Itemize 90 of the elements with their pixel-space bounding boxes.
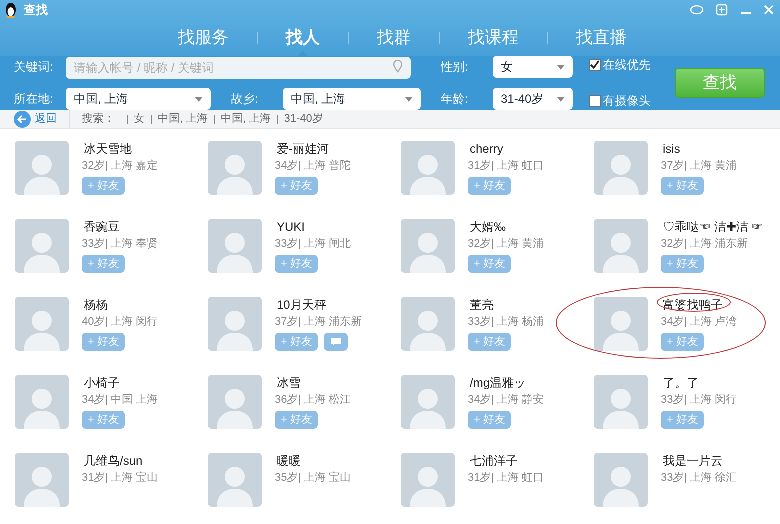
checkbox-label: 在线优先 bbox=[603, 57, 651, 74]
user-info: 37岁| 上海 浦东新 bbox=[275, 314, 362, 330]
user-info: 34岁| 上海 普陀 bbox=[275, 158, 352, 174]
user-name[interactable]: 暖暖 bbox=[275, 453, 352, 469]
user-name[interactable]: /mg温雅ッ bbox=[468, 375, 544, 391]
avatar-placeholder bbox=[401, 219, 455, 273]
dropdown-caret-icon bbox=[557, 96, 565, 102]
search-criterion: 中国, 上海 bbox=[158, 112, 208, 127]
field-label: 故乡: bbox=[231, 91, 260, 108]
user-info: 33岁| 上海 徐汇 bbox=[661, 471, 738, 486]
user-info: 32岁| 上海 浦东新 bbox=[661, 236, 750, 252]
avatar-placeholder bbox=[401, 141, 455, 195]
user-info: 34岁| 上海 卢湾 bbox=[661, 314, 738, 330]
user-info: 34岁| 中国 上海 bbox=[82, 393, 158, 408]
avatar-placeholder bbox=[594, 453, 648, 507]
field-label: 年龄: bbox=[441, 91, 470, 108]
close-icon[interactable] bbox=[764, 5, 774, 15]
avatar-placeholder bbox=[594, 375, 648, 429]
search-criterion: 中国, 上海 bbox=[221, 112, 272, 127]
user-name[interactable]: 了。了 bbox=[661, 375, 738, 391]
window-title: 查找 bbox=[24, 2, 48, 19]
avatar-placeholder bbox=[208, 453, 262, 507]
dropdown-caret-icon bbox=[557, 64, 565, 70]
avatar-placeholder bbox=[15, 297, 69, 351]
avatar-placeholder bbox=[208, 297, 262, 351]
avatar-placeholder bbox=[208, 141, 262, 195]
avatar-placeholder bbox=[401, 297, 455, 351]
dropdown-caret-icon bbox=[195, 96, 203, 102]
user-name[interactable]: 董亮 bbox=[468, 297, 544, 313]
avatar-placeholder bbox=[594, 219, 648, 273]
user-name[interactable]: 七浦洋子 bbox=[468, 453, 544, 469]
search-criteria-label: 搜索： bbox=[82, 112, 115, 127]
user-info: 31岁| 上海 虹口 bbox=[468, 471, 544, 486]
dropdown-caret-icon bbox=[405, 96, 413, 102]
user-name[interactable]: 冰天雪地 bbox=[82, 141, 158, 157]
user-info: 34岁| 上海 静安 bbox=[468, 392, 544, 408]
user-info: 33岁| 上海 闵行 bbox=[661, 393, 738, 408]
user-name[interactable]: 大婿‰ bbox=[468, 219, 544, 235]
select-field[interactable]: 中国, 上海 bbox=[283, 88, 421, 110]
checkbox-label: 有摄像头 bbox=[603, 93, 651, 110]
avatar-placeholder bbox=[208, 375, 262, 429]
avatar-placeholder bbox=[15, 141, 69, 195]
user-info: 31岁| 上海 虹口 bbox=[468, 159, 544, 174]
user-info: 32岁| 上海 黄浦 bbox=[468, 237, 544, 252]
user-name[interactable]: 冰雪 bbox=[275, 375, 352, 391]
user-name[interactable]: cherry bbox=[468, 141, 544, 157]
penguin-logo-icon bbox=[4, 2, 18, 18]
user-info: 33岁| 上海 杨浦 bbox=[468, 315, 544, 330]
field-label: 关键词: bbox=[14, 59, 54, 76]
user-name[interactable]: ♡乖哒☜ 洁✚洁 ☞ bbox=[661, 219, 766, 235]
select-field[interactable]: 中国, 上海 bbox=[66, 88, 211, 110]
user-name[interactable]: 几维鸟/sun bbox=[82, 453, 158, 469]
user-info: 40岁| 上海 闵行 bbox=[82, 315, 158, 330]
skin-icon[interactable] bbox=[716, 4, 728, 16]
avatar-placeholder bbox=[15, 453, 69, 507]
avatar-placeholder bbox=[15, 219, 69, 273]
avatar-placeholder bbox=[15, 375, 69, 429]
user-info: 37岁| 上海 黄浦 bbox=[661, 159, 738, 174]
avatar-placeholder bbox=[401, 375, 455, 429]
user-name[interactable]: 杨杨 bbox=[82, 297, 158, 313]
checkbox[interactable] bbox=[589, 59, 601, 71]
search-criterion: 女 bbox=[134, 112, 145, 127]
user-info: 31岁| 上海 宝山 bbox=[82, 470, 158, 486]
keyword-search-field[interactable]: 请输入帐号 / 昵称 / 关键词 bbox=[66, 57, 411, 79]
user-name[interactable]: 香豌豆 bbox=[82, 219, 158, 235]
user-name[interactable]: YUKI bbox=[275, 219, 352, 235]
user-info: 33岁| 上海 闸北 bbox=[275, 237, 352, 252]
user-name[interactable]: 富婆找鸭子 bbox=[661, 297, 738, 313]
user-info: 33岁| 上海 奉贤 bbox=[82, 237, 158, 252]
user-name[interactable]: isis bbox=[661, 141, 738, 157]
select-field[interactable]: 31-40岁 bbox=[493, 88, 573, 110]
user-info: 36岁| 上海 松江 bbox=[275, 393, 352, 408]
field-label: 性别: bbox=[441, 59, 470, 76]
user-name[interactable]: 我是一片云 bbox=[661, 453, 738, 469]
location-pin-icon bbox=[393, 60, 403, 73]
user-info: 35岁| 上海 宝山 bbox=[275, 470, 352, 486]
select-field[interactable]: 女 bbox=[493, 56, 573, 78]
user-name[interactable]: 10月天秤 bbox=[275, 297, 362, 313]
avatar-placeholder bbox=[401, 453, 455, 507]
avatar-placeholder bbox=[594, 297, 648, 351]
user-name[interactable]: 小椅子 bbox=[82, 375, 158, 391]
search-criterion: 31-40岁 bbox=[284, 112, 324, 127]
user-name[interactable]: 爱-丽娃河 bbox=[275, 141, 352, 157]
field-label: 所在地: bbox=[14, 91, 54, 108]
checkbox[interactable] bbox=[589, 95, 601, 107]
back-button[interactable]: 返回 bbox=[14, 110, 57, 128]
user-info: 32岁| 上海 嘉定 bbox=[82, 158, 158, 174]
message-button[interactable] bbox=[324, 333, 348, 351]
avatar-placeholder bbox=[594, 141, 648, 195]
avatar-placeholder bbox=[208, 219, 262, 273]
